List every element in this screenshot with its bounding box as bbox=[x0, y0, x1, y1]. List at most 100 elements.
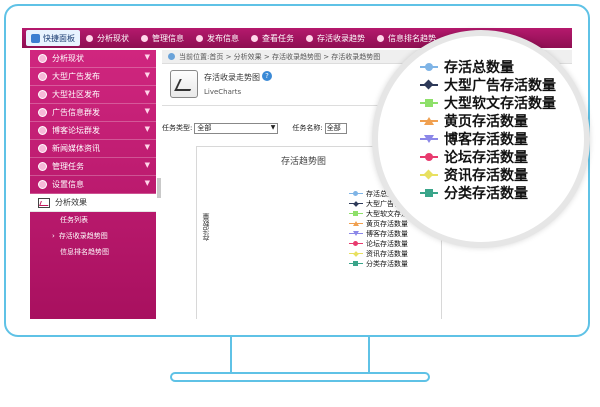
legend-zoomed: 存活总数量大型广告存活数量 大型软文存活数量 黄页存活数量 博客存活数量 论坛存活数量资… bbox=[420, 58, 556, 202]
sidebar-subitem-label: 任务列表 bbox=[60, 216, 88, 224]
dropdown-arrow-icon: ▼ bbox=[270, 123, 276, 131]
legend-label: 大型广告存活数量 bbox=[444, 78, 556, 94]
task-type-value: 全部 bbox=[197, 124, 212, 132]
legend-marker-icon bbox=[349, 221, 363, 227]
legend-marker-icon bbox=[420, 152, 438, 162]
quick-panel-button[interactable]: 快捷面板 bbox=[26, 30, 80, 46]
top-nav-survival-trend[interactable]: 存活收录趋势 bbox=[300, 33, 371, 44]
sidebar-collapse-handle[interactable] bbox=[157, 178, 161, 198]
chart-title: 存活趋势图 bbox=[281, 157, 327, 167]
stage: 快捷面板 分析现状 管理信息 发布信息 查看任务 存活收录趋势 信息排名趋势 分… bbox=[0, 0, 600, 407]
chart-board-icon bbox=[170, 70, 198, 98]
zoomed-legend-item: 黄页存活数量 bbox=[420, 112, 556, 130]
sidebar-item-ad-publish[interactable]: 大型广告发布 ▼ bbox=[30, 68, 156, 86]
zoomed-legend-item: 存活总数量 bbox=[420, 58, 556, 76]
nav-dot-icon bbox=[86, 34, 93, 42]
legend-magnifier: 存活总数量大型广告存活数量 大型软文存活数量 黄页存活数量 博客存活数量 论坛存活数量资… bbox=[372, 30, 590, 248]
help-icon[interactable]: ? bbox=[262, 71, 272, 81]
sidebar-item-community-publish[interactable]: 大型社区发布 ▼ bbox=[30, 86, 156, 104]
task-type-label: 任务类型: bbox=[162, 124, 193, 132]
menu-icon bbox=[38, 72, 47, 81]
chevron-down-icon: ▼ bbox=[144, 107, 150, 115]
sidebar-item-manage-tasks[interactable]: 管理任务 ▼ bbox=[30, 158, 156, 176]
top-nav-label: 分析现状 bbox=[97, 33, 129, 43]
zoomed-legend-item: 大型软文存活数量 bbox=[420, 94, 556, 112]
legend-label: 黄页存活数量 bbox=[366, 220, 408, 228]
legend-marker-icon bbox=[420, 188, 438, 198]
legend-marker-icon bbox=[349, 201, 363, 207]
legend-marker-icon bbox=[349, 241, 363, 247]
sidebar-item-ad-mass[interactable]: 广告信息群发 ▼ bbox=[30, 104, 156, 122]
top-nav-analysis[interactable]: 分析现状 bbox=[80, 33, 135, 44]
line-chart-icon bbox=[38, 197, 50, 208]
zoomed-legend-item: 博客存活数量 bbox=[420, 130, 556, 148]
legend-marker-icon bbox=[349, 251, 363, 257]
chevron-down-icon: ▼ bbox=[144, 71, 150, 79]
nav-dot-icon bbox=[196, 34, 203, 42]
legend-label: 存活总数量 bbox=[444, 60, 514, 76]
sidebar: 分析现状 ▼ 大型广告发布 ▼ 大型社区发布 ▼ 广告信息群发 ▼ 博客论坛群发 ▼ 新闻… bbox=[30, 50, 156, 319]
top-nav-manage[interactable]: 管理信息 bbox=[135, 33, 190, 44]
nav-dot-icon bbox=[377, 34, 384, 42]
top-nav-label: 管理信息 bbox=[152, 33, 184, 43]
sidebar-item-settings[interactable]: 设置信息 ▼ bbox=[30, 176, 156, 194]
legend-label: 分类存活数量 bbox=[444, 186, 528, 202]
home-icon bbox=[31, 33, 40, 43]
monitor-neck bbox=[230, 337, 370, 373]
legend-label: 博客存活数量 bbox=[366, 230, 408, 238]
sidebar-item-analysis-effect[interactable]: 分析效果 bbox=[30, 194, 156, 212]
monitor-base bbox=[170, 372, 430, 382]
legend-marker-icon bbox=[349, 211, 363, 217]
chevron-down-icon: ▼ bbox=[144, 179, 150, 187]
legend-marker-icon bbox=[420, 80, 438, 90]
sidebar-item-label: 分析现状 bbox=[52, 54, 84, 63]
page-title: 存活收录走势图 bbox=[204, 73, 260, 82]
legend-label: 论坛存活数量 bbox=[444, 150, 528, 166]
chevron-right-icon: › bbox=[52, 232, 55, 240]
sidebar-item-news-media[interactable]: 新闻媒体资讯 ▼ bbox=[30, 140, 156, 158]
chevron-down-icon: ▼ bbox=[144, 125, 150, 133]
chevron-down-icon: ▼ bbox=[144, 143, 150, 151]
menu-icon bbox=[38, 144, 47, 153]
zoomed-legend-item: 分类存活数量 bbox=[420, 184, 556, 202]
menu-icon bbox=[38, 162, 47, 171]
sidebar-item-blog-forum[interactable]: 博客论坛群发 ▼ bbox=[30, 122, 156, 140]
chart-legend-item: 论坛存活数量 bbox=[349, 239, 422, 249]
quick-panel-label: 快捷面板 bbox=[43, 33, 75, 43]
sidebar-item-label: 设置信息 bbox=[52, 180, 84, 189]
chart-y-axis-label: 存活数量 bbox=[202, 213, 210, 241]
sidebar-item-label: 管理任务 bbox=[52, 162, 84, 171]
legend-marker-icon bbox=[420, 134, 438, 144]
zoomed-legend-item: 资讯存活数量 bbox=[420, 166, 556, 184]
legend-marker-icon bbox=[420, 116, 438, 126]
legend-marker-icon bbox=[420, 62, 438, 72]
sidebar-item-label: 大型广告发布 bbox=[52, 72, 100, 81]
legend-marker-icon bbox=[349, 261, 363, 267]
sidebar-subitem-label: 存活收录趋势图 bbox=[58, 232, 108, 240]
legend-marker-icon bbox=[349, 231, 363, 237]
chart-legend-item: 博客存活数量 bbox=[349, 229, 422, 239]
sidebar-item-analysis-status[interactable]: 分析现状 ▼ bbox=[30, 50, 156, 68]
chevron-down-icon: ▼ bbox=[144, 89, 150, 97]
top-nav-tasks[interactable]: 查看任务 bbox=[245, 33, 300, 44]
sidebar-subitem-survival-trend[interactable]: › 存活收录趋势图 bbox=[30, 228, 156, 244]
nav-dot-icon bbox=[141, 34, 148, 42]
chevron-down-icon: ▼ bbox=[144, 53, 150, 61]
sidebar-item-label: 新闻媒体资讯 bbox=[52, 144, 100, 153]
gear-icon bbox=[38, 180, 47, 189]
chart-legend-item: 分类存活数量 bbox=[349, 259, 422, 269]
legend-marker-icon bbox=[420, 170, 438, 180]
legend-label: 资讯存活数量 bbox=[366, 250, 408, 258]
menu-icon bbox=[38, 90, 47, 99]
top-nav-publish[interactable]: 发布信息 bbox=[190, 33, 245, 44]
chevron-down-icon: ▼ bbox=[144, 161, 150, 169]
top-nav-label: 查看任务 bbox=[262, 33, 294, 43]
page-subtitle: LiveCharts bbox=[204, 88, 242, 96]
sidebar-subitem-task-list[interactable]: 任务列表 bbox=[30, 212, 156, 228]
task-name-field[interactable]: 全部 bbox=[324, 122, 347, 134]
nav-dot-icon bbox=[306, 34, 313, 42]
menu-icon bbox=[38, 126, 47, 135]
sidebar-item-label: 广告信息群发 bbox=[52, 108, 100, 117]
sidebar-subitem-rank-trend[interactable]: 信息排名趋势图 bbox=[30, 244, 156, 260]
task-type-select[interactable]: 全部 ▼ bbox=[194, 122, 279, 134]
